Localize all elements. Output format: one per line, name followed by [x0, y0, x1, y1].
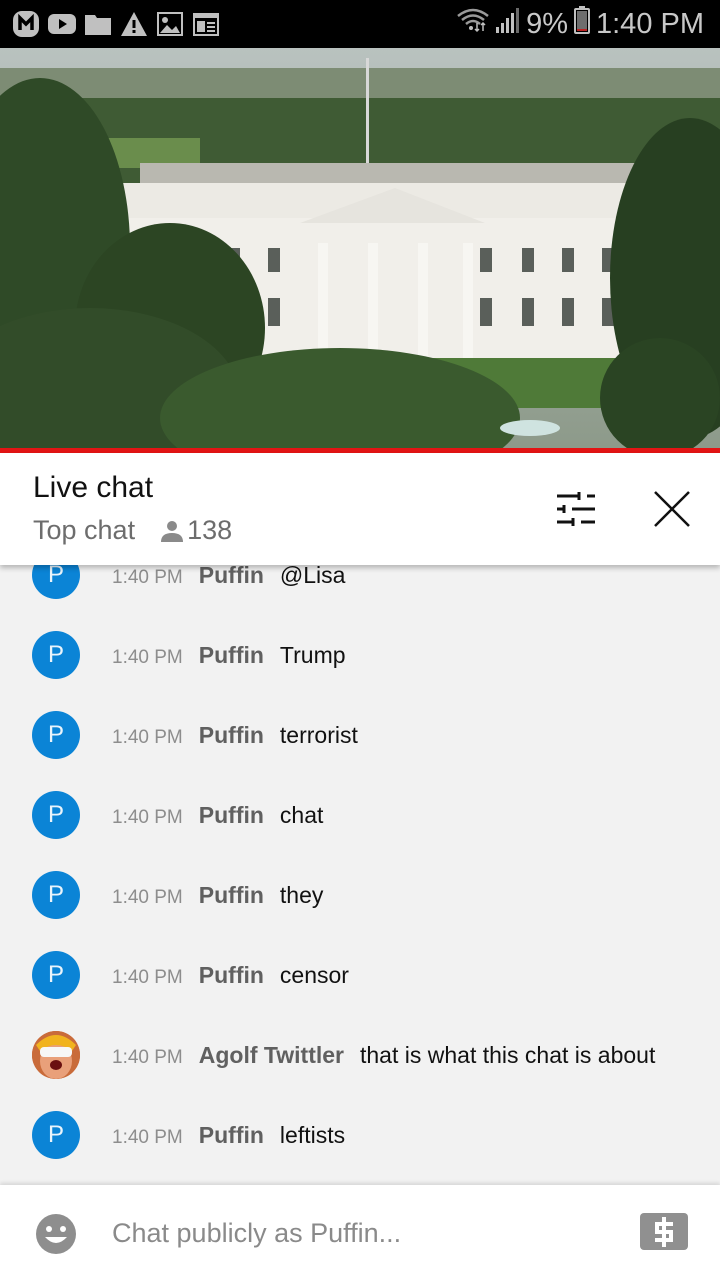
message-author[interactable]: Puffin — [199, 642, 264, 669]
chat-message: P 1:40 PM Puffin they — [0, 855, 720, 935]
chat-message-list[interactable]: P 1:40 PM Puffin @Lisa P 1:40 PM Puffin Trum… — [0, 535, 720, 1185]
message-author[interactable]: Puffin — [199, 802, 264, 829]
caricature-avatar-icon — [32, 1031, 80, 1079]
youtube-icon — [48, 10, 76, 38]
message-author[interactable]: Puffin — [199, 722, 264, 749]
chat-message: P 1:40 PM Puffin censor — [0, 935, 720, 1015]
message-text: they — [279, 881, 324, 908]
video-player[interactable] — [0, 48, 720, 448]
app-m-icon — [12, 10, 40, 38]
message-text: terrorist — [279, 721, 358, 748]
message-author[interactable]: Agolf Twittler — [199, 1042, 344, 1069]
chat-message: 1:40 PM Agolf Twittler that is what this c… — [0, 1015, 720, 1095]
viewer-count: 138 — [161, 515, 232, 546]
chat-message: P 1:40 PM Puffin Trump — [0, 615, 720, 695]
message-text: Trump — [279, 641, 346, 668]
emoji-icon — [36, 1214, 76, 1254]
battery-percent: 9% — [526, 7, 568, 40]
message-time: 1:40 PM — [112, 1046, 183, 1068]
live-chat-header: Live chat Top chat 138 — [0, 453, 720, 565]
wifi-icon — [456, 7, 490, 41]
chat-mode-selector[interactable]: Top chat — [33, 515, 135, 546]
message-text: @Lisa — [279, 561, 346, 588]
chat-message-input[interactable] — [112, 1213, 592, 1253]
message-time: 1:40 PM — [112, 1126, 183, 1148]
close-chat-button[interactable] — [646, 483, 698, 535]
battery-icon — [574, 6, 590, 42]
chat-filter-button[interactable] — [550, 483, 602, 535]
message-author[interactable]: Puffin — [199, 562, 264, 589]
close-icon — [654, 491, 690, 527]
folder-icon — [84, 10, 112, 38]
gallery-icon — [156, 10, 184, 38]
message-time: 1:40 PM — [112, 646, 183, 668]
live-chat-title: Live chat — [33, 471, 154, 504]
avatar[interactable]: P — [32, 871, 80, 919]
avatar[interactable]: P — [32, 631, 80, 679]
message-time: 1:40 PM — [112, 886, 183, 908]
message-text: censor — [279, 961, 349, 988]
screen: 9% 1:40 PM Live chat Top chat 138 P 1:40… — [0, 0, 720, 1280]
chat-message: P 1:40 PM Puffin chat — [0, 775, 720, 855]
avatar[interactable]: P — [32, 711, 80, 759]
avatar-photo[interactable] — [32, 1031, 80, 1079]
super-chat-button[interactable] — [640, 1213, 688, 1250]
clock: 1:40 PM — [596, 7, 704, 40]
message-time: 1:40 PM — [112, 806, 183, 828]
warning-icon — [120, 10, 148, 38]
video-frame-white-house — [0, 48, 720, 448]
message-time: 1:40 PM — [112, 726, 183, 748]
message-author[interactable]: Puffin — [199, 882, 264, 909]
avatar[interactable]: P — [32, 951, 80, 999]
message-text: leftists — [279, 1121, 346, 1148]
message-author[interactable]: Puffin — [199, 1122, 264, 1149]
avatar[interactable]: P — [32, 1111, 80, 1159]
person-icon — [161, 520, 184, 542]
tune-icon — [557, 492, 595, 526]
chat-input-bar — [0, 1185, 720, 1280]
emoji-button[interactable] — [35, 1213, 77, 1255]
chat-message: P 1:40 PM Puffin terrorist — [0, 695, 720, 775]
message-time: 1:40 PM — [112, 966, 183, 988]
message-time: 1:40 PM — [112, 566, 183, 588]
news-icon — [192, 10, 220, 38]
chat-message: P 1:40 PM Puffin leftists — [0, 1095, 720, 1175]
avatar[interactable]: P — [32, 791, 80, 839]
status-bar: 9% 1:40 PM — [0, 0, 720, 48]
viewer-count-value: 138 — [187, 515, 233, 545]
message-text: that is what this chat is about — [360, 1041, 656, 1068]
dollar-icon — [655, 1216, 673, 1247]
signal-icon — [496, 7, 520, 41]
message-author[interactable]: Puffin — [199, 962, 264, 989]
message-text: chat — [279, 801, 324, 828]
